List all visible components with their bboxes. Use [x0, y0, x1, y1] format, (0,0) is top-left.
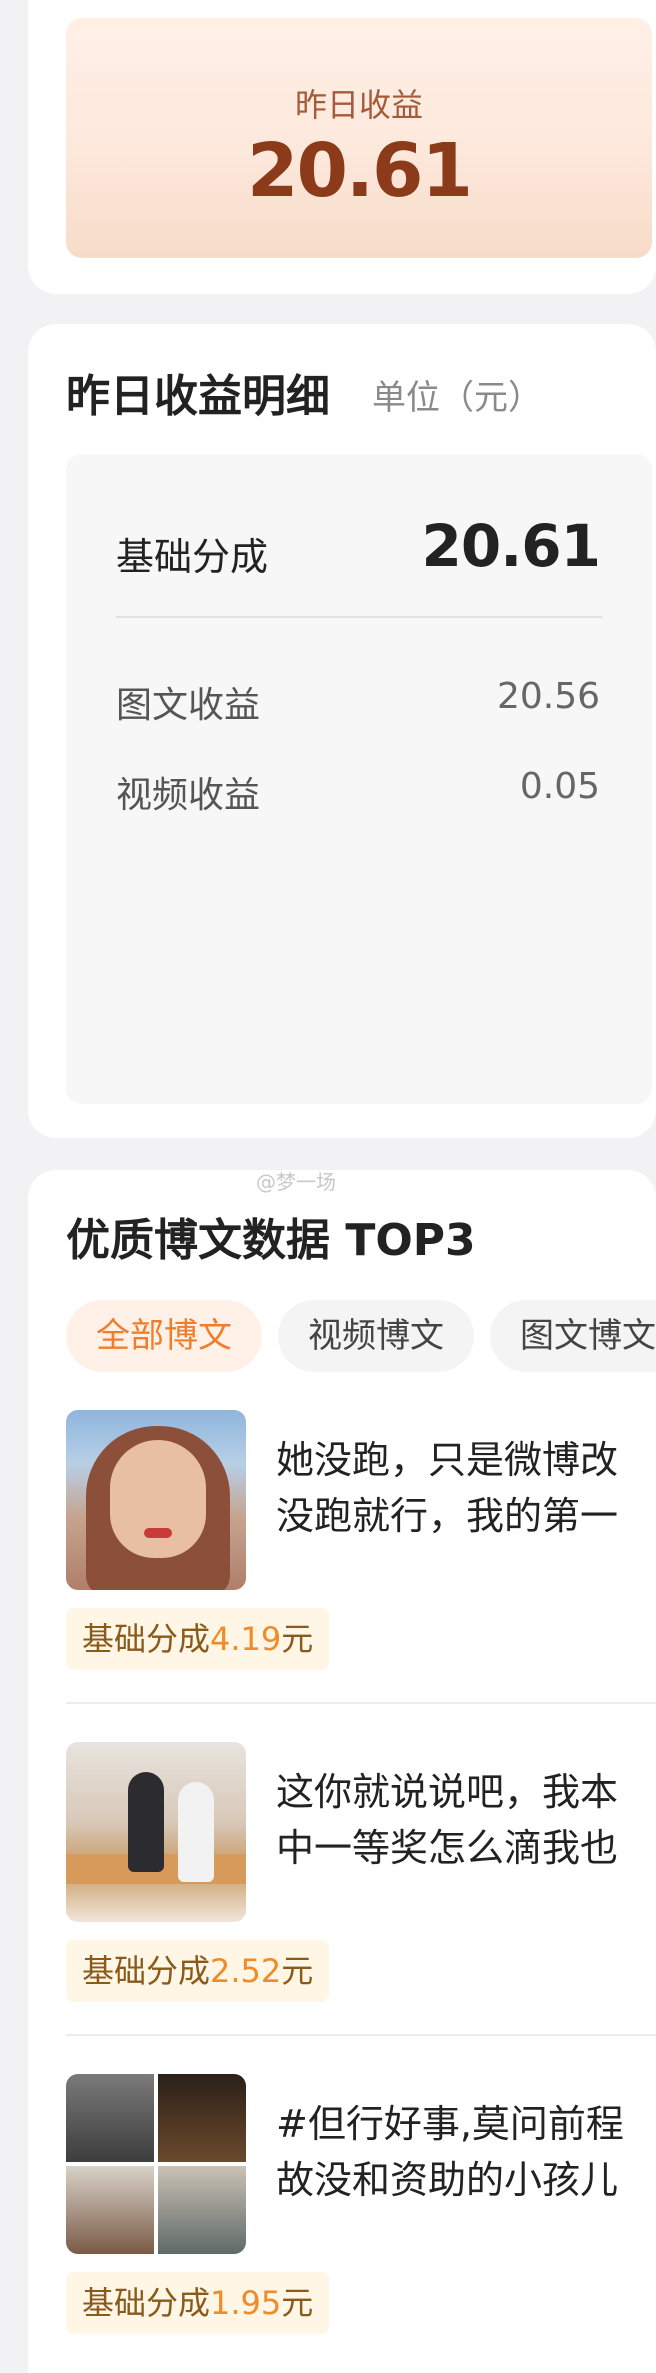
earnings-page: 昨日收益 20.61 昨日收益明细 单位（元） 基础分成 20.61 图文收益 …: [0, 0, 656, 2373]
post-earnings-badge: 基础分成4.19元: [66, 1608, 330, 1670]
earnings-value: 20.61: [246, 128, 473, 214]
post-divider: [66, 2034, 656, 2036]
badge-prefix: 基础分成: [82, 1952, 211, 1990]
post-thumbnail[interactable]: [66, 2074, 246, 2254]
post-thumbnail[interactable]: [66, 1410, 246, 1590]
post-text-line-2: 没跑就行，我的第一: [276, 1494, 619, 1538]
thumbnail-person: [128, 1772, 164, 1872]
video-earnings-label: 视频收益: [116, 775, 261, 816]
badge-prefix: 基础分成: [82, 2284, 211, 2322]
post-item[interactable]: 这你就说说吧，我本 中一等奖怎么滴我也 基础分成2.52元: [66, 1742, 656, 2052]
tab-all-posts[interactable]: 全部博文: [66, 1300, 262, 1372]
badge-amount: 2.52: [210, 1952, 282, 1990]
earnings-summary-box: 昨日收益 20.61: [66, 18, 652, 258]
top3-posts-card: @梦一场 优质博文数据 TOP3 全部博文 视频博文 图文博文 她没跑，只是微博改 …: [28, 1170, 656, 2373]
post-text-line-1: 她没跑，只是微博改: [276, 1438, 619, 1482]
post-item[interactable]: 她没跑，只是微博改 没跑就行，我的第一 基础分成4.19元: [66, 1410, 656, 1720]
thumbnail-person: [178, 1782, 214, 1882]
thumbnail-lips: [144, 1528, 172, 1538]
detail-divider: [116, 616, 602, 618]
thumbnail-cell: [158, 2166, 246, 2254]
watermark: @梦一场: [256, 1170, 336, 1194]
post-text-line-2: 故没和资助的小孩儿: [276, 2158, 619, 2202]
badge-amount: 1.95: [210, 2284, 282, 2322]
post-text-line-1: 这你就说说吧，我本: [276, 1770, 619, 1814]
video-earnings-value: 0.05: [519, 766, 600, 807]
post-thumbnail[interactable]: [66, 1742, 246, 1922]
post-text-line-1: #但行好事,莫问前程: [276, 2102, 624, 2146]
image-text-earnings-value: 20.56: [496, 676, 600, 717]
post-item[interactable]: #但行好事,莫问前程 故没和资助的小孩儿 基础分成1.95元: [66, 2074, 656, 2373]
detail-title: 昨日收益明细: [66, 371, 330, 422]
base-share-label: 基础分成: [116, 535, 269, 579]
detail-unit: 单位（元）: [372, 378, 542, 418]
badge-suffix: 元: [281, 2284, 314, 2322]
post-divider: [66, 1702, 656, 1704]
post-text[interactable]: 这你就说说吧，我本 中一等奖怎么滴我也: [276, 1764, 656, 1894]
base-share-value: 20.61: [421, 512, 601, 580]
image-text-earnings-label: 图文收益: [116, 685, 261, 726]
post-text[interactable]: #但行好事,莫问前程 故没和资助的小孩儿: [276, 2096, 656, 2226]
badge-suffix: 元: [281, 1952, 314, 1990]
badge-prefix: 基础分成: [82, 1620, 211, 1658]
earnings-detail-card: 昨日收益明细 单位（元） 基础分成 20.61 图文收益 20.56 视频收益 …: [28, 324, 656, 1138]
earnings-title: 昨日收益: [294, 86, 423, 124]
post-earnings-badge: 基础分成1.95元: [66, 2272, 330, 2334]
yesterday-earnings-card: 昨日收益 20.61: [28, 0, 656, 294]
post-text-line-2: 中一等奖怎么滴我也: [276, 1826, 619, 1870]
tab-image-posts[interactable]: 图文博文: [490, 1300, 656, 1372]
detail-box: 基础分成 20.61 图文收益 20.56 视频收益 0.05: [66, 454, 652, 1104]
thumbnail-cell: [158, 2074, 246, 2162]
tab-video-posts[interactable]: 视频博文: [278, 1300, 474, 1372]
thumbnail-face: [110, 1440, 206, 1558]
thumbnail-cell: [66, 2166, 154, 2254]
badge-amount: 4.19: [210, 1620, 282, 1658]
post-filter-tabs: 全部博文 视频博文 图文博文: [66, 1300, 656, 1376]
post-text[interactable]: 她没跑，只是微博改 没跑就行，我的第一: [276, 1432, 656, 1562]
post-earnings-badge: 基础分成2.52元: [66, 1940, 330, 2002]
top3-title: 优质博文数据 TOP3: [66, 1215, 476, 1266]
thumbnail-cell: [66, 2074, 154, 2162]
badge-suffix: 元: [281, 1620, 314, 1658]
